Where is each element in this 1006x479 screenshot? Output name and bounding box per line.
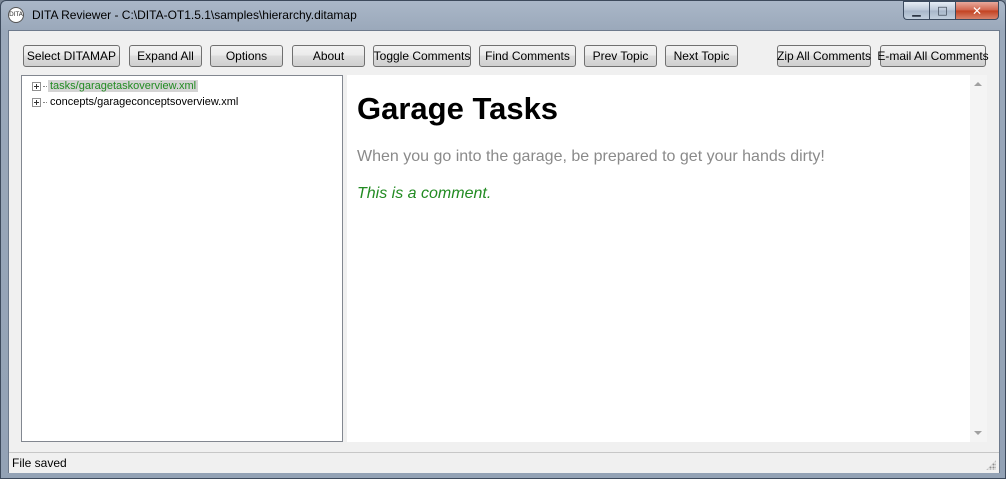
next-topic-button[interactable]: Next Topic [665,45,738,67]
minimize-icon: ▁ [912,4,921,17]
select-ditamap-button[interactable]: Select DITAMAP [23,45,120,67]
app-window: DITA DITA Reviewer - C:\DITA-OT1.5.1\sam… [0,0,1006,479]
about-button[interactable]: About [292,45,365,67]
window-title: DITA Reviewer - C:\DITA-OT1.5.1\samples\… [32,8,357,22]
tree-connector [43,101,47,103]
maximize-icon: □ [937,4,948,17]
title-bar[interactable]: DITA DITA Reviewer - C:\DITA-OT1.5.1\sam… [1,1,1005,29]
topic-comment: This is a comment. [357,185,492,202]
scroll-up-icon[interactable] [974,82,982,86]
expand-all-button[interactable]: Expand All [129,45,202,67]
zip-all-comments-button[interactable]: Zip All Comments [777,45,871,67]
dita-app-icon[interactable]: DITA [8,7,24,23]
topic-preview: Garage Tasks When you go into the garage… [347,75,970,442]
vertical-scrollbar[interactable] [970,75,987,442]
toggle-comments-button[interactable]: Toggle Comments [373,45,471,67]
scroll-down-icon[interactable] [974,431,982,435]
resize-grip-icon[interactable] [986,460,996,470]
expand-plus-icon[interactable] [32,97,41,107]
status-bar: File saved [9,452,999,473]
topic-title: Garage Tasks [357,91,559,126]
status-text: File saved [12,456,67,470]
minimize-button[interactable]: ▁ [903,1,929,20]
maximize-button[interactable]: □ [929,1,955,20]
options-button[interactable]: Options [210,45,283,67]
tree-item[interactable]: tasks/garagetaskoverview.xml [32,78,199,94]
tree-connector [43,85,47,87]
window-controls: ▁ □ ✕ [903,1,999,21]
client-area: Select DITAMAP Expand All Options About … [8,30,1000,473]
tree-item[interactable]: concepts/garageconceptsoverview.xml [32,94,240,110]
tree-item-label[interactable]: tasks/garagetaskoverview.xml [48,80,199,92]
prev-topic-button[interactable]: Prev Topic [584,45,657,67]
topic-shortdesc: When you go into the garage, be prepared… [357,148,825,165]
close-icon: ✕ [971,3,983,18]
expand-plus-icon[interactable] [32,81,41,91]
email-all-comments-button[interactable]: E-mail All Comments [877,45,989,67]
find-comments-button[interactable]: Find Comments [479,45,576,67]
tree-item-label[interactable]: concepts/garageconceptsoverview.xml [48,96,240,108]
close-button[interactable]: ✕ [955,1,999,20]
ditamap-tree[interactable]: tasks/garagetaskoverview.xml concepts/ga… [21,75,343,442]
